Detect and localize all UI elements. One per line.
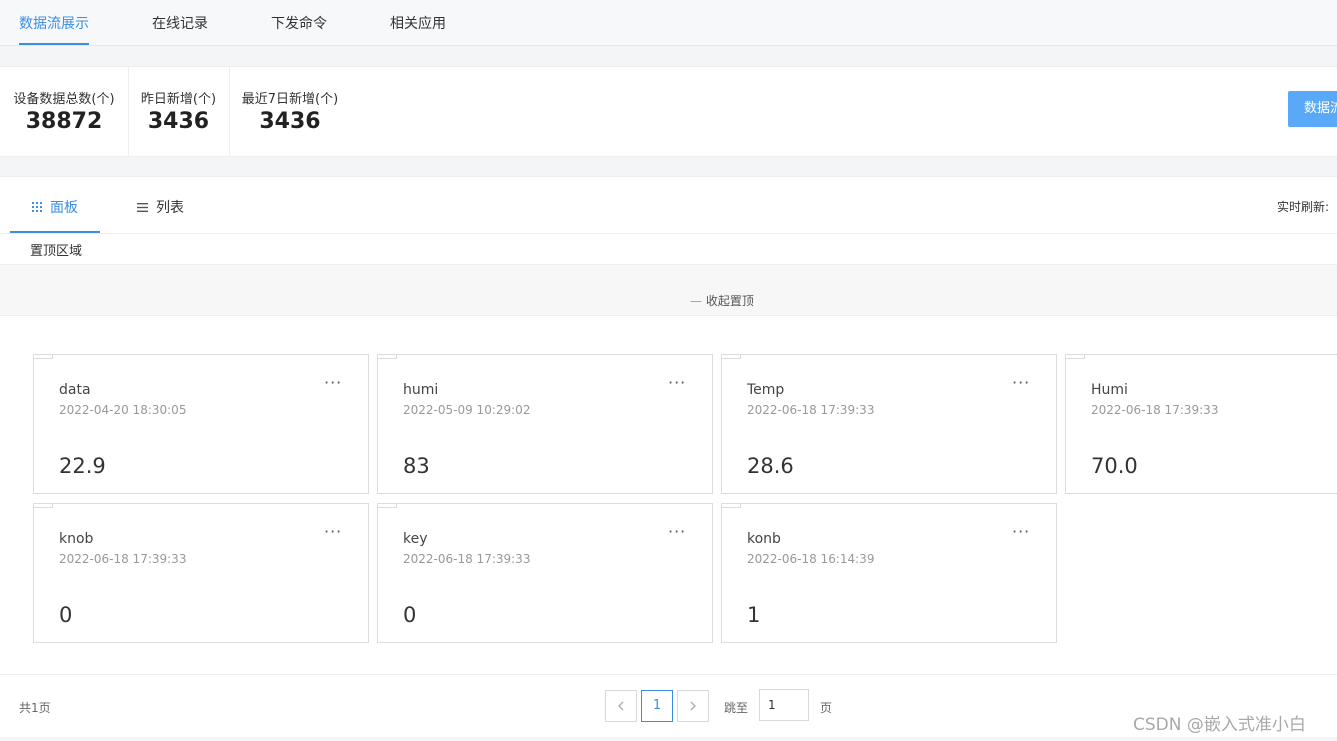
page-number-button[interactable]: 1 bbox=[641, 690, 673, 722]
minus-icon: — bbox=[690, 294, 706, 308]
tab-label: 面板 bbox=[50, 200, 78, 216]
stat-label: 昨日新增(个) bbox=[140, 92, 217, 107]
data-card[interactable]: Humi 2022-06-18 17:39:33 70.0 bbox=[1065, 354, 1337, 494]
collapse-pinned-button[interactable]: — 收起置顶 bbox=[690, 292, 754, 309]
tab-send-command[interactable]: 下发命令 bbox=[271, 13, 327, 33]
data-card[interactable]: key 2022-06-18 17:39:33 0 ··· bbox=[377, 503, 713, 643]
tab-data-stream[interactable]: 数据流展示 bbox=[19, 13, 89, 33]
prev-page-button[interactable] bbox=[605, 690, 637, 722]
tab-related-apps[interactable]: 相关应用 bbox=[390, 13, 446, 33]
card-timestamp: 2022-06-18 17:39:33 bbox=[59, 552, 187, 566]
card-value: 83 bbox=[403, 454, 430, 478]
more-options-icon[interactable]: ··· bbox=[1012, 373, 1030, 392]
stat-label: 设备数据总数(个) bbox=[13, 92, 115, 107]
card-timestamp: 2022-04-20 18:30:05 bbox=[59, 403, 187, 417]
card-value: 0 bbox=[59, 603, 73, 627]
more-options-icon[interactable]: ··· bbox=[668, 373, 686, 392]
data-stream-button[interactable]: 数据流 bbox=[1288, 91, 1337, 127]
stat-last-7-days: 最近7日新增(个) 3436 bbox=[229, 67, 351, 156]
data-card[interactable]: humi 2022-05-09 10:29:02 83 ··· bbox=[377, 354, 713, 494]
card-name: key bbox=[403, 531, 428, 547]
card-timestamp: 2022-06-18 17:39:33 bbox=[1091, 403, 1219, 417]
stat-label: 最近7日新增(个) bbox=[241, 92, 339, 107]
list-icon bbox=[137, 202, 148, 212]
pinned-area-title: 置顶区域 bbox=[30, 244, 83, 259]
card-timestamp: 2022-06-18 17:39:33 bbox=[747, 403, 875, 417]
chevron-left-icon bbox=[618, 701, 624, 710]
stat-value: 3436 bbox=[259, 109, 321, 134]
data-card[interactable]: data 2022-04-20 18:30:05 22.9 ··· bbox=[33, 354, 369, 494]
tab-panel-view[interactable]: 面板 bbox=[32, 197, 78, 217]
card-name: humi bbox=[403, 382, 439, 398]
data-card[interactable]: knob 2022-06-18 17:39:33 0 ··· bbox=[33, 503, 369, 643]
stat-total: 设备数据总数(个) 38872 bbox=[0, 67, 129, 156]
active-tab-indicator bbox=[19, 43, 89, 45]
top-tab-bar: 数据流展示 在线记录 下发命令 相关应用 bbox=[0, 0, 1337, 46]
stats-bar: 设备数据总数(个) 38872 昨日新增(个) 3436 最近7日新增(个) 3… bbox=[0, 66, 1337, 157]
chevron-right-icon bbox=[690, 701, 696, 710]
page-suffix-label: 页 bbox=[820, 701, 833, 715]
data-card[interactable]: Temp 2022-06-18 17:39:33 28.6 ··· bbox=[721, 354, 1057, 494]
card-name: data bbox=[59, 382, 91, 398]
card-timestamp: 2022-05-09 10:29:02 bbox=[403, 403, 531, 417]
tab-online-records[interactable]: 在线记录 bbox=[152, 13, 208, 33]
card-value: 0 bbox=[403, 603, 417, 627]
card-timestamp: 2022-06-18 17:39:33 bbox=[403, 552, 531, 566]
goto-page-input[interactable] bbox=[759, 689, 809, 721]
watermark: CSDN @嵌入式准小白 bbox=[1133, 715, 1306, 735]
total-pages-label: 共1页 bbox=[19, 701, 51, 715]
card-value: 22.9 bbox=[59, 454, 106, 478]
goto-label: 跳至 bbox=[724, 701, 749, 715]
grid-icon bbox=[32, 202, 42, 212]
next-page-button[interactable] bbox=[677, 690, 709, 722]
data-card[interactable]: konb 2022-06-18 16:14:39 1 ··· bbox=[721, 503, 1057, 643]
card-value: 70.0 bbox=[1091, 454, 1138, 478]
divider bbox=[0, 233, 1337, 234]
more-options-icon[interactable]: ··· bbox=[324, 522, 342, 541]
tab-label: 列表 bbox=[156, 200, 184, 216]
tab-list-view[interactable]: 列表 bbox=[137, 197, 184, 217]
collapse-label: 收起置顶 bbox=[705, 294, 754, 308]
card-name: Humi bbox=[1091, 382, 1128, 398]
main-panel: 面板 列表 实时刷新: 置顶区域 — 收起置顶 data 2022-04-20 … bbox=[0, 176, 1337, 737]
card-value: 28.6 bbox=[747, 454, 794, 478]
card-name: Temp bbox=[747, 382, 785, 398]
stat-value: 3436 bbox=[147, 109, 210, 134]
card-value: 1 bbox=[747, 603, 761, 627]
more-options-icon[interactable]: ··· bbox=[1012, 522, 1030, 541]
stat-yesterday: 昨日新增(个) 3436 bbox=[128, 67, 230, 156]
card-timestamp: 2022-06-18 16:14:39 bbox=[747, 552, 875, 566]
more-options-icon[interactable]: ··· bbox=[668, 522, 686, 541]
more-options-icon[interactable]: ··· bbox=[324, 373, 342, 392]
realtime-refresh-label: 实时刷新: bbox=[1277, 200, 1330, 214]
card-name: knob bbox=[59, 531, 94, 547]
stat-value: 38872 bbox=[25, 109, 103, 134]
card-name: konb bbox=[747, 531, 781, 547]
pinned-area: — 收起置顶 bbox=[0, 264, 1337, 316]
